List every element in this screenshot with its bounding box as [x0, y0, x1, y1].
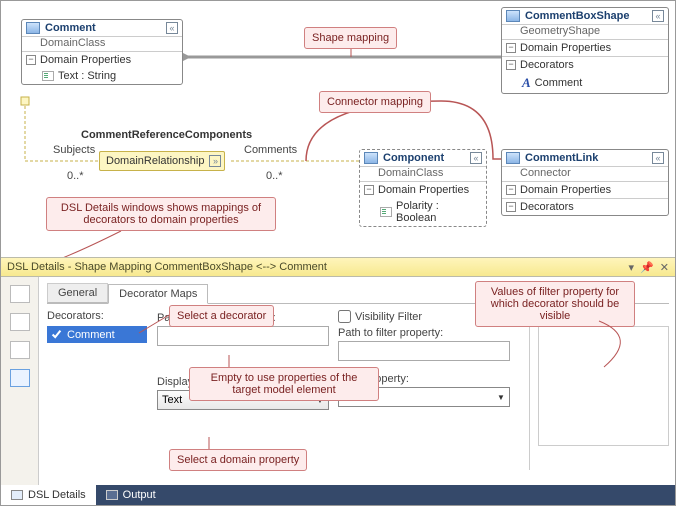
bottom-tabbar: DSL Details Output	[1, 485, 675, 505]
property-label: Text : String	[58, 70, 116, 82]
mult-right: 0..*	[266, 170, 283, 182]
class-icon	[364, 152, 378, 164]
callout-visibility-note: Values of filter property for which deco…	[475, 281, 635, 327]
dsl-title: DSL Details - Shape Mapping CommentBoxSh…	[7, 261, 327, 273]
relationship-title: CommentReferenceComponents	[81, 129, 252, 141]
class-icon	[26, 22, 40, 34]
section-label: Domain Properties	[40, 54, 131, 66]
callout-empty-target: Empty to use properties of the target mo…	[189, 367, 379, 401]
minus-icon[interactable]: −	[26, 55, 36, 65]
input-path-display[interactable]	[157, 326, 329, 346]
section-label: Domain Properties	[378, 184, 469, 196]
callout-dsl-details: DSL Details windows shows mappings of de…	[46, 197, 276, 231]
tab-general[interactable]: General	[47, 283, 108, 303]
node-title: Component	[383, 152, 444, 164]
property-icon	[380, 207, 392, 217]
section-label: Domain Properties	[520, 184, 611, 196]
dropdown-icon[interactable]: ▾	[629, 261, 635, 274]
node-subtitle: DomainClass	[22, 37, 182, 51]
collapse-icon[interactable]: «	[470, 152, 482, 164]
callout-select-decorator: Select a decorator	[169, 305, 274, 327]
side-tool-1[interactable]	[10, 285, 30, 303]
bottom-tab-label: Output	[123, 489, 156, 501]
minus-icon[interactable]: −	[506, 60, 516, 70]
callout-shape-mapping: Shape mapping	[304, 27, 397, 49]
section-label: Decorators	[520, 201, 574, 213]
expand-icon[interactable]: »	[209, 155, 221, 167]
section-label: Decorators	[520, 59, 574, 71]
minus-icon[interactable]: −	[506, 185, 516, 195]
class-icon	[506, 10, 520, 22]
decorator-item-label: Comment	[67, 329, 115, 341]
decorator-checkbox[interactable]	[50, 328, 63, 341]
chevron-down-icon: ▼	[497, 393, 505, 402]
node-commentlink[interactable]: CommentLink « Connector −Domain Properti…	[501, 149, 669, 216]
visibility-filter-checkbox[interactable]	[338, 310, 351, 323]
node-subtitle: Connector	[502, 167, 668, 181]
tab-decorator-maps[interactable]: Decorator Maps	[108, 284, 208, 304]
relationship-box[interactable]: DomainRelationship »	[99, 151, 225, 171]
node-component[interactable]: Component « DomainClass −Domain Properti…	[359, 149, 487, 227]
mult-left: 0..*	[67, 170, 84, 182]
node-subtitle: GeometryShape	[502, 25, 668, 39]
dsl-details-body: General Decorator Maps Decorators: Comme…	[1, 277, 675, 485]
callout-select-domain-prop: Select a domain property	[169, 449, 307, 471]
minus-icon[interactable]: −	[506, 202, 516, 212]
side-tool-3[interactable]	[10, 341, 30, 359]
decorator-item-comment[interactable]: Comment	[47, 326, 147, 343]
collapse-icon[interactable]: «	[652, 152, 664, 164]
node-commentboxshape[interactable]: CommentBoxShape « GeometryShape −Domain …	[501, 7, 669, 94]
decorator-label: Comment	[535, 77, 583, 89]
panel-icon	[11, 490, 23, 500]
dsl-main: General Decorator Maps Decorators: Comme…	[39, 277, 675, 485]
dsl-details-titlebar: DSL Details - Shape Mapping CommentBoxSh…	[1, 257, 675, 277]
node-title: CommentLink	[525, 152, 598, 164]
node-subtitle: DomainClass	[360, 167, 486, 181]
property-icon	[42, 71, 54, 81]
side-tool-2[interactable]	[10, 313, 30, 331]
relationship-label: DomainRelationship	[106, 155, 204, 167]
panel-icon	[106, 490, 118, 500]
dsl-sidebar	[1, 277, 39, 485]
side-tool-4-active[interactable]	[10, 369, 30, 387]
role-left: Subjects	[53, 144, 95, 156]
decorator-icon: A	[522, 75, 531, 91]
minus-icon[interactable]: −	[364, 185, 374, 195]
role-right: Comments	[244, 144, 297, 156]
collapse-icon[interactable]: «	[652, 10, 664, 22]
label-path-filter: Path to filter property:	[338, 327, 519, 339]
node-title: Comment	[45, 22, 96, 34]
minus-icon[interactable]: −	[506, 43, 516, 53]
close-icon[interactable]: ✕	[660, 261, 669, 274]
collapse-icon[interactable]: «	[166, 22, 178, 34]
pin-icon[interactable]: 📌	[640, 261, 654, 274]
class-icon	[506, 152, 520, 164]
bottom-tab-dsl[interactable]: DSL Details	[1, 485, 96, 505]
node-comment[interactable]: Comment « DomainClass −Domain Properties…	[21, 19, 183, 85]
diagram-canvas[interactable]: Comment « DomainClass −Domain Properties…	[1, 1, 675, 257]
node-title: CommentBoxShape	[525, 10, 630, 22]
visibility-entries-list[interactable]	[538, 326, 669, 446]
decorators-label: Decorators:	[47, 310, 147, 322]
property-label: Polarity : Boolean	[396, 200, 482, 224]
callout-connector-mapping: Connector mapping	[319, 91, 431, 113]
visibility-filter-label: Visibility Filter	[355, 311, 422, 323]
bottom-tab-label: DSL Details	[28, 489, 86, 501]
section-label: Domain Properties	[520, 42, 611, 54]
bottom-tab-output[interactable]: Output	[96, 485, 166, 505]
display-property-value: Text	[162, 394, 182, 406]
input-path-filter[interactable]	[338, 341, 510, 361]
